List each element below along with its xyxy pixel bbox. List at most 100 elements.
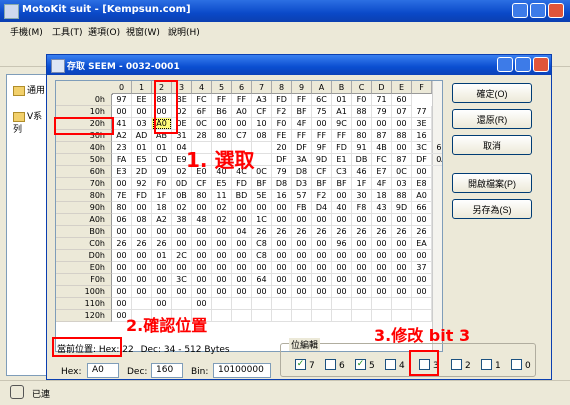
open-file-button[interactable]: 開啟檔案(P) <box>452 173 532 193</box>
hex-cell[interactable]: 9D <box>392 202 412 214</box>
restore-button[interactable]: 還原(R) <box>452 109 532 129</box>
tree-node-general[interactable]: 通用 <box>13 83 45 96</box>
hex-cell[interactable] <box>232 310 252 322</box>
hex-cell[interactable] <box>212 298 232 310</box>
hex-cell[interactable]: F0 <box>352 94 372 106</box>
hex-cell[interactable]: 00 <box>132 286 152 298</box>
hex-cell[interactable] <box>332 310 352 322</box>
hex-cell[interactable]: 79 <box>372 106 392 118</box>
hex-cell[interactable]: 00 <box>152 274 172 286</box>
hex-cell[interactable]: BF <box>252 178 272 190</box>
hex-cell[interactable]: 91 <box>352 142 372 154</box>
hex-cell[interactable]: 7E <box>112 190 132 202</box>
hex-cell[interactable]: 18 <box>372 190 392 202</box>
hex-cell[interactable]: 40 <box>332 202 352 214</box>
hex-cell[interactable]: EE <box>132 94 152 106</box>
hex-cell[interactable]: 4B <box>372 142 392 154</box>
hex-cell[interactable] <box>412 298 432 310</box>
hex-cell[interactable]: 57 <box>292 190 312 202</box>
hex-cell[interactable]: BD <box>232 190 252 202</box>
hex-cell[interactable]: 00 <box>212 238 232 250</box>
hex-cell[interactable]: CF <box>312 166 332 178</box>
hex-cell[interactable]: 04 <box>232 226 252 238</box>
hex-cell[interactable]: BF <box>292 106 312 118</box>
hex-cell[interactable]: 26 <box>412 226 432 238</box>
hex-cell[interactable]: FF <box>212 94 232 106</box>
bit-0-checkbox[interactable]: 0 <box>511 359 531 371</box>
hex-cell[interactable]: C8 <box>252 250 272 262</box>
hex-cell[interactable]: 00 <box>352 286 372 298</box>
hex-cell[interactable]: 00 <box>192 274 212 286</box>
hex-cell[interactable]: 6C <box>312 94 332 106</box>
hex-cell[interactable]: 00 <box>312 262 332 274</box>
hex-cell[interactable]: FF <box>312 130 332 142</box>
bit-4-checkbox[interactable]: 4 <box>385 359 405 371</box>
hex-cell[interactable] <box>332 298 352 310</box>
hex-cell[interactable]: 48 <box>192 214 212 226</box>
hex-cell[interactable]: 00 <box>272 214 292 226</box>
hex-cell[interactable]: 26 <box>312 226 332 238</box>
menu-help[interactable]: 說明(H) <box>168 25 200 38</box>
hex-cell[interactable] <box>252 310 272 322</box>
hex-cell[interactable]: 26 <box>392 226 412 238</box>
hex-cell[interactable]: F8 <box>352 202 372 214</box>
hex-cell[interactable]: 00 <box>112 298 132 310</box>
hex-cell[interactable]: 0D <box>172 178 192 190</box>
hex-cell[interactable]: 1F <box>152 190 172 202</box>
hex-cell[interactable]: E3 <box>112 166 132 178</box>
hex-cell[interactable]: 0C <box>252 166 272 178</box>
hex-cell[interactable]: 00 <box>112 178 132 190</box>
hex-cell[interactable]: DF <box>412 154 432 166</box>
hex-cell[interactable]: 06 <box>112 214 132 226</box>
hex-cell[interactable]: 00 <box>372 214 392 226</box>
hex-cell[interactable]: 00 <box>312 286 332 298</box>
hex-field[interactable]: A0 <box>87 363 119 378</box>
hex-cell[interactable]: 00 <box>172 226 192 238</box>
hex-cell[interactable]: CF <box>252 106 272 118</box>
hex-cell[interactable]: 00 <box>132 250 152 262</box>
hex-cell[interactable]: A0 <box>412 190 432 202</box>
hex-cell[interactable]: 00 <box>332 286 352 298</box>
hex-cell[interactable]: 00 <box>152 286 172 298</box>
hex-cell[interactable]: BF <box>332 178 352 190</box>
hex-cell[interactable] <box>352 298 372 310</box>
hex-cell[interactable]: 01 <box>152 142 172 154</box>
vertical-scrollbar[interactable] <box>432 81 442 351</box>
hex-cell[interactable]: 87 <box>372 130 392 142</box>
hex-cell[interactable]: 00 <box>132 274 152 286</box>
hex-cell[interactable]: 00 <box>292 274 312 286</box>
hex-cell[interactable]: 16 <box>272 190 292 202</box>
hex-cell[interactable]: 00 <box>212 262 232 274</box>
hex-cell[interactable]: 4F <box>292 118 312 130</box>
hex-cell[interactable]: 00 <box>272 202 292 214</box>
hex-cell[interactable]: 00 <box>392 118 412 130</box>
hex-cell[interactable]: 88 <box>352 106 372 118</box>
hex-cell[interactable] <box>372 298 392 310</box>
dialog-close-button[interactable] <box>533 57 549 72</box>
hex-cell[interactable]: 1F <box>352 178 372 190</box>
minimize-button[interactable] <box>512 3 528 18</box>
hex-cell[interactable]: 20 <box>272 142 292 154</box>
hex-cell[interactable]: 00 <box>132 202 152 214</box>
hex-cell[interactable]: A2 <box>112 130 132 142</box>
hex-cell[interactable]: 60 <box>392 94 412 106</box>
hex-cell[interactable]: 00 <box>232 250 252 262</box>
hex-cell[interactable]: FF <box>292 94 312 106</box>
save-as-button[interactable]: 另存為(S) <box>452 199 532 219</box>
hex-cell[interactable]: 00 <box>332 214 352 226</box>
hex-cell[interactable] <box>132 298 152 310</box>
hex-cell[interactable]: 00 <box>212 274 232 286</box>
hex-cell[interactable]: 00 <box>212 118 232 130</box>
hex-cell[interactable]: 00 <box>392 142 412 154</box>
hex-cell[interactable]: D8 <box>272 178 292 190</box>
hex-cell[interactable] <box>172 298 192 310</box>
hex-cell[interactable]: F2 <box>272 106 292 118</box>
hex-cell[interactable]: 02 <box>212 214 232 226</box>
hex-cell[interactable]: F0 <box>152 178 172 190</box>
hex-cell[interactable]: 03 <box>392 178 412 190</box>
hex-cell[interactable]: 00 <box>352 214 372 226</box>
hex-cell[interactable]: 08 <box>252 130 272 142</box>
menu-options[interactable]: 選項(O) <box>88 25 120 38</box>
hex-cell[interactable]: 3E <box>412 118 432 130</box>
hex-cell[interactable]: 0B <box>172 190 192 202</box>
